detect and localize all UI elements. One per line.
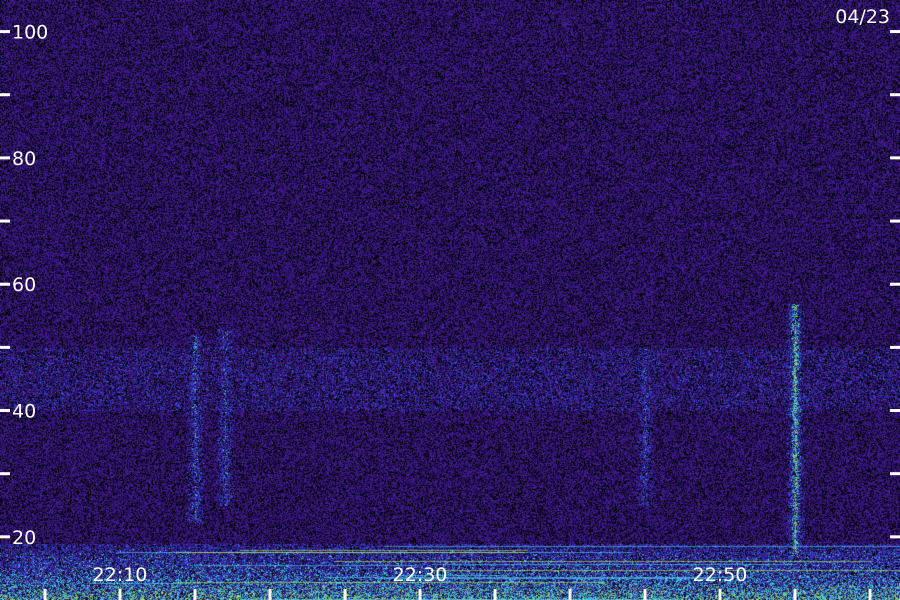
y-tick-label: 60 <box>12 274 36 296</box>
date-label: 04/23 <box>835 6 890 28</box>
axes-overlay: 20 40 60 80 100 22:10 22:30 22:50 04/23 <box>0 6 900 600</box>
y-tick-label: 80 <box>12 148 36 170</box>
x-tick-label: 22:30 <box>393 564 448 586</box>
y-tick-label: 40 <box>12 401 36 423</box>
x-tick-label: 22:50 <box>693 564 748 586</box>
y-tick-label: 100 <box>12 22 48 44</box>
x-tick-label: 22:10 <box>93 564 148 586</box>
y-axis: 20 40 60 80 100 <box>0 22 900 549</box>
x-axis: 22:10 22:30 22:50 <box>43 564 872 600</box>
y-tick-label: 20 <box>12 527 36 549</box>
